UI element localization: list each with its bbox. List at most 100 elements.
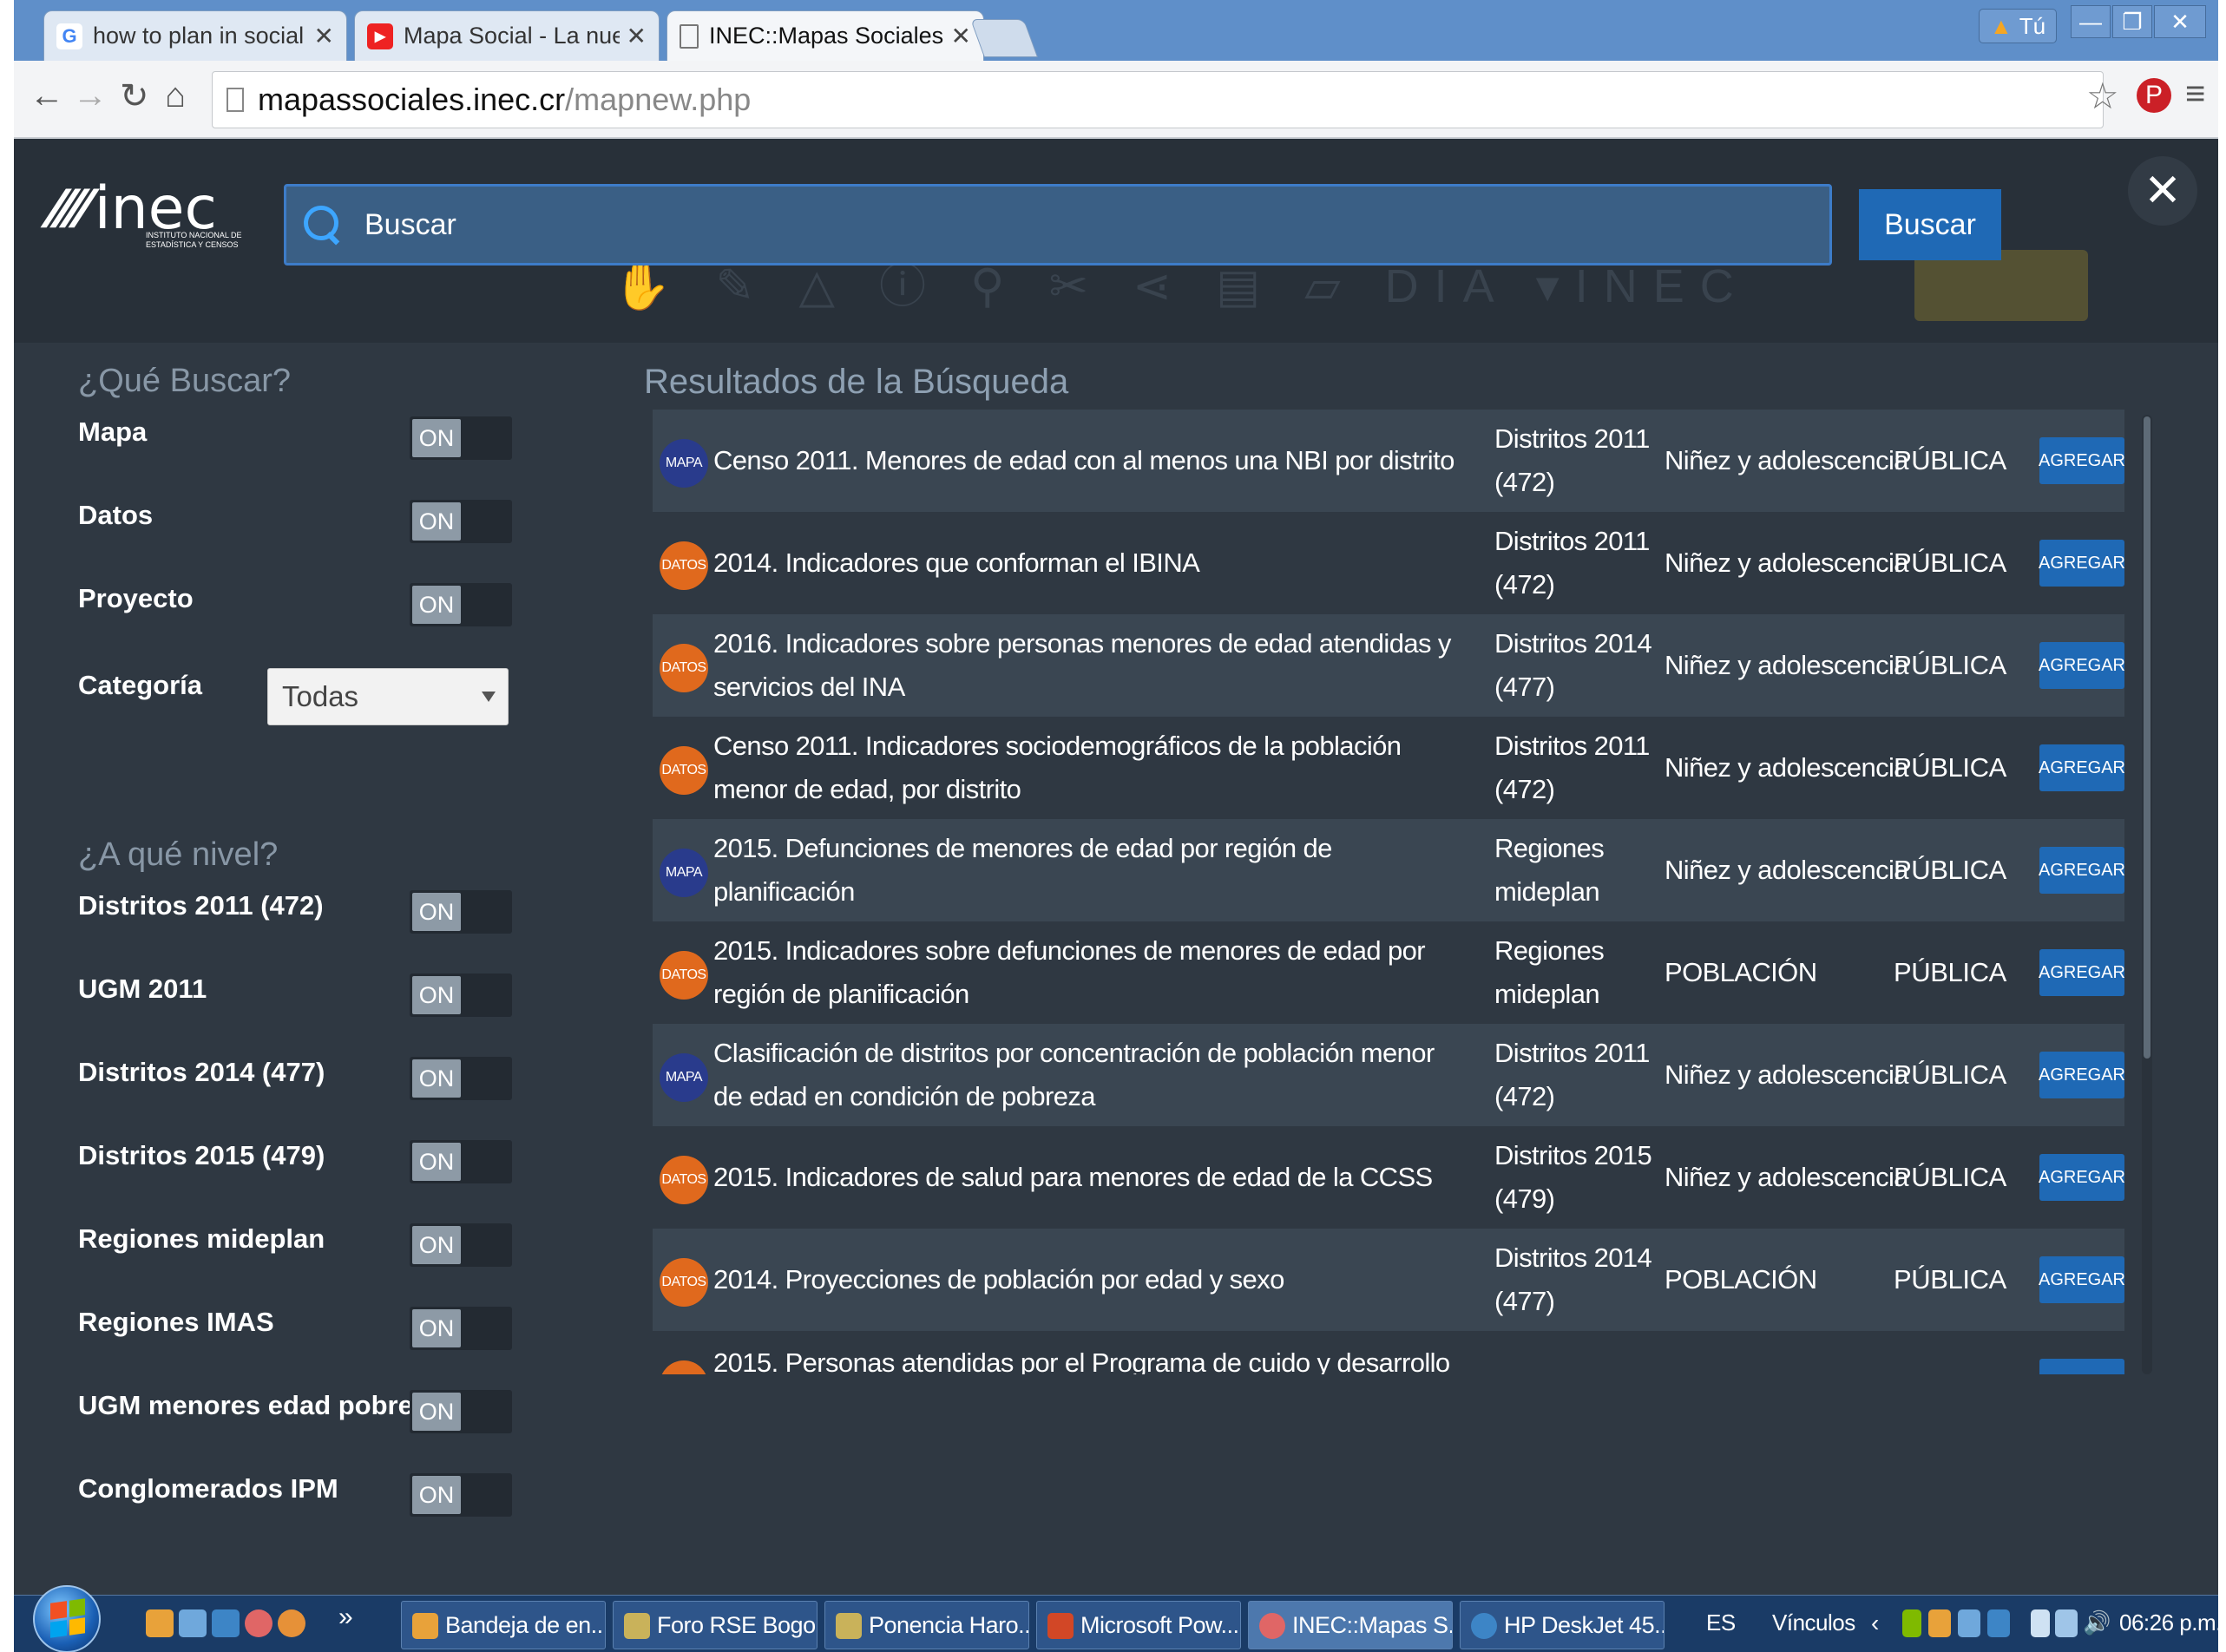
result-row[interactable]: DATOS 2014. Indicadores que conforman el… — [653, 512, 2124, 614]
toggle-ugm-2011[interactable]: ON — [410, 974, 512, 1017]
toggle-regiones-mideplan[interactable]: ON — [410, 1223, 512, 1267]
add-button[interactable]: AGREGAR — [2039, 744, 2124, 791]
explorer-icon[interactable] — [179, 1609, 207, 1637]
chevron-left-icon[interactable]: ‹ — [1871, 1609, 1879, 1637]
toggle-conglomerados-ipm[interactable]: ON — [410, 1473, 512, 1517]
home-icon[interactable]: ⌂ — [165, 76, 186, 115]
windows-taskbar: » Bandeja de en... Foro RSE Bogo... Pone… — [14, 1585, 2218, 1652]
results-scrollbar-thumb[interactable] — [2144, 416, 2150, 1059]
task-foro-rse[interactable]: Foro RSE Bogo... — [613, 1601, 818, 1649]
category-select[interactable]: Todas — [267, 668, 509, 725]
result-category: Niñez y adolescencia — [1665, 445, 1909, 475]
windows-start-icon[interactable] — [33, 1585, 101, 1652]
window-close-button[interactable]: ✕ — [2154, 5, 2206, 38]
toggle-ugm-menores-pobreza[interactable]: ON — [410, 1390, 512, 1433]
task-powerpoint[interactable]: Microsoft Pow... — [1036, 1601, 1241, 1649]
result-row[interactable]: DATOS 2015. Indicadores sobre defuncione… — [653, 921, 2124, 1024]
user-profile-button[interactable]: ▲ Tú — [1979, 9, 2058, 43]
youtube-icon: ▶ — [367, 23, 393, 49]
search-box[interactable] — [284, 184, 1832, 266]
firefox-icon[interactable] — [278, 1609, 305, 1637]
level-label-ugm-menores-pobreza: UGM menores edad pobreza — [78, 1390, 442, 1420]
toggle-knob: ON — [412, 1059, 461, 1098]
add-button[interactable]: AGREGAR — [2039, 1256, 2124, 1303]
clock[interactable]: 06:26 p.m. — [2119, 1609, 2218, 1636]
toggle-regiones-imas[interactable]: ON — [410, 1307, 512, 1350]
result-row[interactable]: DATOS Censo 2011. Indicadores sociodemog… — [653, 717, 2124, 819]
add-button[interactable]: AGREGAR — [2039, 642, 2124, 689]
category-label: Categoría — [78, 670, 202, 700]
pinterest-icon[interactable]: P — [2137, 78, 2171, 113]
add-button[interactable]: AGREGAR — [2039, 1359, 2124, 1374]
result-level: Distritos 2011 (472) — [1494, 526, 1650, 600]
toggle-knob: ON — [412, 586, 461, 624]
toggle-distritos-2011[interactable]: ON — [410, 890, 512, 934]
add-button[interactable]: AGREGAR — [2039, 437, 2124, 484]
result-title: 2015. Indicadores sobre defunciones de m… — [713, 935, 1426, 1009]
quicklaunch-overflow[interactable]: » — [338, 1603, 353, 1632]
battery-icon[interactable] — [2031, 1609, 2050, 1637]
close-icon[interactable]: ✕ — [314, 22, 334, 50]
volume-icon[interactable]: 🔊 — [2083, 1609, 2111, 1636]
menu-icon[interactable]: ≡ — [2185, 75, 2205, 114]
result-row[interactable]: DATOS 2015. Indicadores de salud para me… — [653, 1126, 2124, 1229]
maximize-button[interactable]: ❐ — [2112, 5, 2152, 38]
bookmark-star-icon[interactable]: ☆ — [2086, 75, 2119, 117]
result-title: Clasificación de distritos por concentra… — [713, 1038, 1435, 1111]
chrome-icon[interactable] — [245, 1609, 273, 1637]
tray-app-icon[interactable] — [1987, 1609, 2010, 1637]
tray-app-icon[interactable] — [1902, 1609, 1921, 1637]
language-indicator[interactable]: ES — [1706, 1609, 1736, 1636]
add-button[interactable]: AGREGAR — [2039, 1052, 2124, 1098]
desktop-icon[interactable] — [212, 1609, 240, 1637]
search-button[interactable]: Buscar — [1859, 189, 2001, 260]
task-ponencia[interactable]: Ponencia Haro... — [824, 1601, 1029, 1649]
add-button[interactable]: AGREGAR — [2039, 540, 2124, 587]
tray-app-icon[interactable] — [1928, 1609, 1951, 1637]
back-icon[interactable]: ← — [30, 76, 64, 115]
result-row[interactable]: MAPA Clasificación de distritos por conc… — [653, 1024, 2124, 1126]
toggle-proyecto[interactable]: ON — [410, 583, 512, 626]
badge-mapa: MAPA — [660, 439, 708, 488]
close-search-icon[interactable]: ✕ — [2128, 156, 2197, 226]
tab-youtube[interactable]: ▶ Mapa Social - La nueva ✕ — [354, 10, 660, 61]
result-row[interactable]: DATOS 2015. Personas atendidas por el Pr… — [653, 1331, 2124, 1374]
toggle-datos[interactable]: ON — [410, 500, 512, 543]
close-icon[interactable]: ✕ — [627, 22, 647, 50]
result-row[interactable]: MAPA 2015. Defunciones de menores de eda… — [653, 819, 2124, 921]
address-bar[interactable]: mapassociales.inec.cr/mapnew.php — [212, 71, 2104, 128]
add-button[interactable]: AGREGAR — [2039, 1154, 2124, 1201]
forward-icon[interactable]: → — [73, 76, 108, 115]
toggle-distritos-2015[interactable]: ON — [410, 1140, 512, 1183]
level-title: ¿A qué nivel? — [78, 836, 279, 873]
tab-google-search[interactable]: G how to plan in social resp ✕ — [43, 10, 347, 61]
result-row[interactable]: DATOS 2014. Proyecciones de población po… — [653, 1229, 2124, 1331]
result-level: Distritos 2014 (477) — [1494, 1242, 1652, 1316]
search-input[interactable] — [364, 207, 1796, 242]
add-button[interactable]: AGREGAR — [2039, 949, 2124, 996]
close-icon[interactable]: ✕ — [951, 22, 971, 50]
result-row[interactable]: MAPA Censo 2011. Menores de edad con al … — [653, 410, 2124, 512]
url-host: mapassociales.inec.cr — [258, 82, 566, 117]
toggle-distritos-2014[interactable]: ON — [410, 1057, 512, 1100]
result-row[interactable]: DATOS 2016. Indicadores sobre personas m… — [653, 614, 2124, 717]
logo-text: inec — [94, 174, 217, 243]
browser-toolbar: ← → ↻ ⌂ mapassociales.inec.cr/mapnew.php… — [14, 61, 2218, 139]
links-toolbar[interactable]: Vínculos — [1772, 1609, 1855, 1636]
what-to-search-title: ¿Qué Buscar? — [78, 363, 291, 399]
minimize-button[interactable]: — — [2071, 5, 2111, 38]
tray-app-icon[interactable] — [1958, 1609, 1980, 1637]
toggle-mapa[interactable]: ON — [410, 416, 512, 460]
result-category: Niñez y adolescencia — [1665, 1162, 1909, 1192]
tab-title: INEC::Mapas Sociales — [709, 23, 944, 49]
tab-inec[interactable]: INEC::Mapas Sociales ✕ — [666, 10, 984, 61]
task-outlook[interactable]: Bandeja de en... — [401, 1601, 606, 1649]
add-button[interactable]: AGREGAR — [2039, 847, 2124, 894]
task-chrome-inec[interactable]: INEC::Mapas S... — [1248, 1601, 1453, 1649]
network-icon[interactable] — [2055, 1609, 2078, 1637]
browser-window: G how to plan in social resp ✕ ▶ Mapa So… — [14, 0, 2218, 1652]
outlook-icon[interactable] — [146, 1609, 174, 1637]
result-category: Niñez y adolescencia — [1665, 650, 1909, 680]
task-hp-deskjet[interactable]: HP DeskJet 45... — [1460, 1601, 1665, 1649]
reload-icon[interactable]: ↻ — [120, 76, 149, 116]
